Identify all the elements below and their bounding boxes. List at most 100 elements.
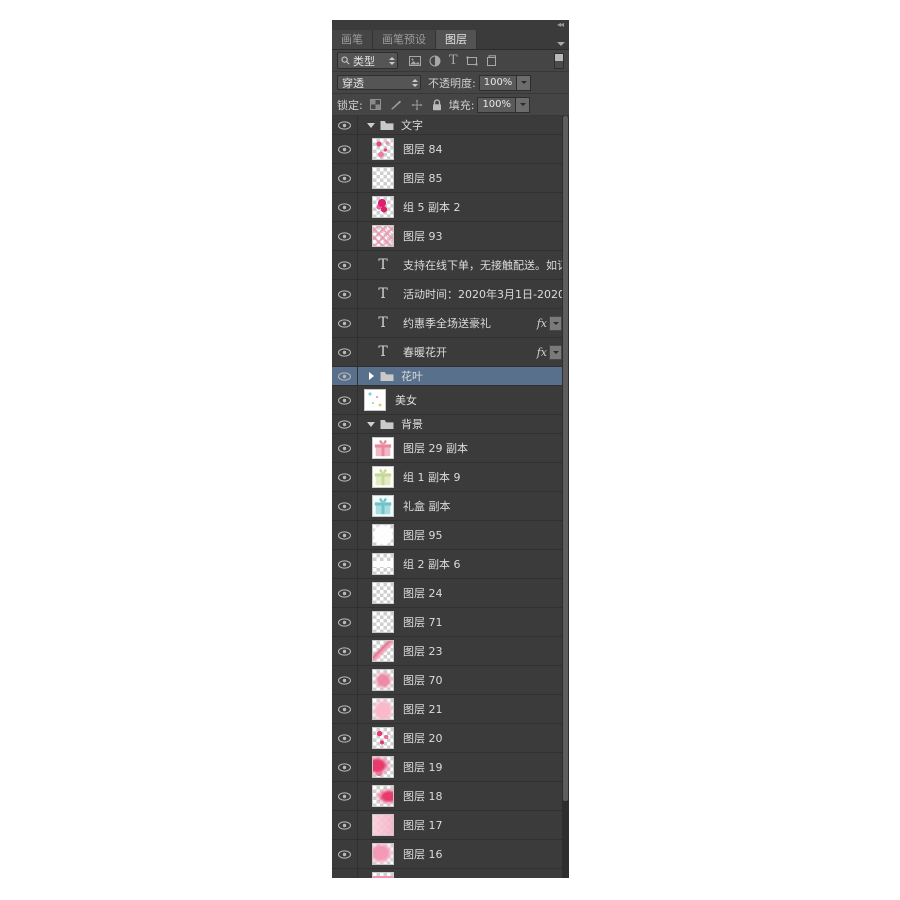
layer-visibility-toggle[interactable] — [332, 395, 357, 405]
layer-visibility-toggle[interactable] — [332, 762, 357, 772]
layer-thumbnail[interactable] — [372, 727, 394, 749]
layer-row[interactable]: 图层 17 — [332, 811, 569, 840]
layer-row[interactable]: 组 2 副本 6 — [332, 550, 569, 579]
group-expand-triangle-open[interactable] — [365, 122, 377, 128]
text-layer-icon[interactable]: T — [372, 254, 394, 276]
double-chevron-left-icon[interactable]: ◂◂ — [557, 20, 564, 30]
layer-thumbnail[interactable] — [372, 872, 394, 878]
layer-visibility-toggle[interactable] — [332, 791, 357, 801]
layer-visibility-toggle[interactable] — [332, 733, 357, 743]
visibility-eye-icon[interactable] — [338, 588, 351, 598]
visibility-eye-icon[interactable] — [338, 419, 351, 429]
layer-visibility-toggle[interactable] — [332, 675, 357, 685]
visibility-eye-icon[interactable] — [338, 347, 351, 357]
smartobject-filter-icon[interactable] — [486, 54, 498, 67]
layer-visibility-toggle[interactable] — [332, 202, 357, 212]
visibility-eye-icon[interactable] — [338, 231, 351, 241]
visibility-eye-icon[interactable] — [338, 120, 351, 130]
visibility-eye-icon[interactable] — [338, 820, 351, 830]
visibility-eye-icon[interactable] — [338, 318, 351, 328]
visibility-eye-icon[interactable] — [338, 530, 351, 540]
layer-thumbnail[interactable] — [372, 553, 394, 575]
text-layer-icon[interactable]: T — [372, 283, 394, 305]
tab-layers[interactable]: 图层 — [436, 30, 477, 49]
layer-group-row[interactable]: 背景 — [332, 415, 569, 434]
layer-thumbnail[interactable] — [364, 389, 386, 411]
layer-row[interactable]: 图层 85 — [332, 164, 569, 193]
layer-visibility-toggle[interactable] — [332, 820, 357, 830]
layer-thumbnail[interactable] — [372, 785, 394, 807]
layer-thumbnail[interactable] — [372, 698, 394, 720]
layer-group-row[interactable]: 文字 — [332, 116, 569, 135]
layer-list-scrollbar[interactable] — [562, 116, 569, 878]
visibility-eye-icon[interactable] — [338, 675, 351, 685]
layer-visibility-toggle[interactable] — [332, 646, 357, 656]
blend-mode-stepper[interactable] — [412, 78, 418, 87]
layer-visibility-toggle[interactable] — [332, 849, 357, 859]
visibility-eye-icon[interactable] — [338, 173, 351, 183]
layer-visibility-toggle[interactable] — [332, 120, 357, 130]
adjustment-filter-icon[interactable] — [429, 55, 441, 67]
visibility-eye-icon[interactable] — [338, 371, 351, 381]
layer-thumbnail[interactable] — [372, 611, 394, 633]
visibility-eye-icon[interactable] — [338, 559, 351, 569]
blend-mode-select[interactable]: 穿透 — [337, 75, 421, 90]
visibility-eye-icon[interactable] — [338, 260, 351, 270]
layer-thumbnail[interactable] — [372, 167, 394, 189]
lock-transparent-pixels-icon[interactable] — [369, 99, 381, 110]
layer-row[interactable]: 图层 84 — [332, 135, 569, 164]
layer-thumbnail[interactable] — [372, 582, 394, 604]
fill-dropdown-arrow[interactable] — [516, 96, 531, 113]
layer-thumbnail[interactable] — [372, 225, 394, 247]
layer-thumbnail[interactable] — [372, 814, 394, 836]
layer-row[interactable]: 图层 96 — [332, 869, 569, 878]
visibility-eye-icon[interactable] — [338, 646, 351, 656]
layer-row[interactable]: 图层 19 — [332, 753, 569, 782]
layer-visibility-toggle[interactable] — [332, 144, 357, 154]
layer-row[interactable]: T 支持在线下单，无接触配送。如订... — [332, 251, 569, 280]
visibility-eye-icon[interactable] — [338, 704, 351, 714]
visibility-eye-icon[interactable] — [338, 733, 351, 743]
shape-filter-icon[interactable] — [466, 55, 478, 67]
layer-row[interactable]: 图层 18 — [332, 782, 569, 811]
layer-thumbnail[interactable] — [372, 756, 394, 778]
layer-row[interactable]: 组 5 副本 2 — [332, 193, 569, 222]
fx-expand-arrow[interactable] — [549, 344, 562, 360]
layer-effects-badge[interactable]: fx — [537, 315, 562, 331]
text-layer-icon[interactable]: T — [372, 312, 394, 334]
layer-visibility-toggle[interactable] — [332, 347, 357, 357]
visibility-eye-icon[interactable] — [338, 762, 351, 772]
visibility-eye-icon[interactable] — [338, 289, 351, 299]
group-expand-triangle-open[interactable] — [365, 421, 377, 427]
layer-row[interactable]: 图层 20 — [332, 724, 569, 753]
layer-visibility-toggle[interactable] — [332, 472, 357, 482]
layer-visibility-toggle[interactable] — [332, 588, 357, 598]
layer-row[interactable]: 图层 23 — [332, 637, 569, 666]
layer-row[interactable]: 图层 16 — [332, 840, 569, 869]
layer-group-row[interactable]: 花叶 — [332, 367, 569, 386]
layer-row[interactable]: 图层 24 — [332, 579, 569, 608]
layer-visibility-toggle[interactable] — [332, 419, 357, 429]
filter-enable-toggle[interactable] — [554, 52, 564, 69]
layer-row[interactable]: 图层 93 — [332, 222, 569, 251]
visibility-eye-icon[interactable] — [338, 501, 351, 511]
group-expand-triangle-closed[interactable] — [365, 372, 377, 380]
layer-row[interactable]: 图层 70 — [332, 666, 569, 695]
layer-thumbnail[interactable] — [372, 524, 394, 546]
lock-image-pixels-icon[interactable] — [390, 99, 402, 110]
lock-all-icon[interactable] — [432, 98, 442, 111]
layer-visibility-toggle[interactable] — [332, 617, 357, 627]
layer-visibility-toggle[interactable] — [332, 371, 357, 381]
layer-visibility-toggle[interactable] — [332, 318, 357, 328]
layer-visibility-toggle[interactable] — [332, 231, 357, 241]
layer-row[interactable]: 美女 — [332, 386, 569, 415]
filter-kind-stepper[interactable] — [389, 56, 395, 65]
layer-thumbnail[interactable] — [372, 640, 394, 662]
layer-visibility-toggle[interactable] — [332, 501, 357, 511]
layer-visibility-toggle[interactable] — [332, 443, 357, 453]
layer-row[interactable]: 图层 95 — [332, 521, 569, 550]
layer-row[interactable]: T 活动时间：2020年3月1日-2020年3月... — [332, 280, 569, 309]
layer-thumbnail[interactable] — [372, 196, 394, 218]
visibility-eye-icon[interactable] — [338, 472, 351, 482]
visibility-eye-icon[interactable] — [338, 849, 351, 859]
